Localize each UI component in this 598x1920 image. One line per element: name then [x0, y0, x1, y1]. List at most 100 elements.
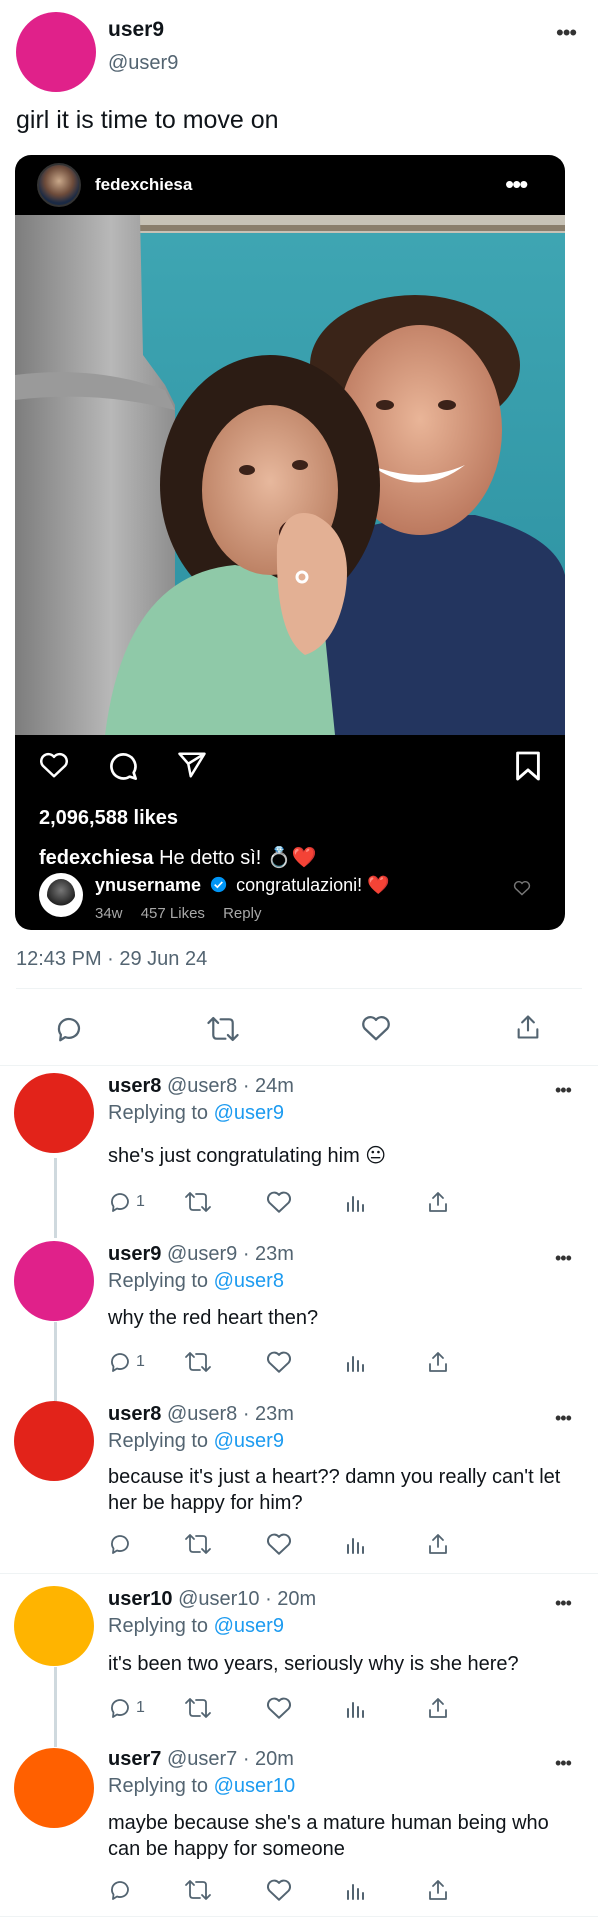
reply-count: 1: [136, 1193, 145, 1210]
thread-line: [54, 1322, 57, 1402]
retweet-icon[interactable]: [184, 1350, 212, 1374]
reply-icon[interactable]: [108, 1532, 136, 1556]
reply-avatar[interactable]: [14, 1401, 94, 1481]
reply-author-name[interactable]: user10: [108, 1588, 173, 1610]
tweet-action-bar: [0, 1000, 598, 1060]
reply-text: it's been two years, seriously why is sh…: [108, 1653, 519, 1675]
reply-icon[interactable]: 1: [108, 1350, 145, 1374]
like-icon[interactable]: [266, 1696, 292, 1720]
reply-avatar[interactable]: [14, 1073, 94, 1153]
share-icon[interactable]: [426, 1350, 450, 1374]
reply-handle-time: @user9 · 23m: [166, 1243, 294, 1265]
views-icon[interactable]: [344, 1532, 368, 1556]
reply-action-bar: 1: [108, 1696, 578, 1726]
reply-header: user8 @user8 · 23m: [108, 1403, 294, 1426]
reply-author-name[interactable]: user8: [108, 1075, 161, 1097]
divider: [16, 988, 582, 989]
views-icon[interactable]: [344, 1878, 368, 1902]
instagram-actions: [15, 735, 565, 795]
instagram-likes: 2,096,588 likes: [39, 807, 179, 829]
replying-to-label: Replying to: [108, 1270, 209, 1292]
reply-handle-time: @user10 · 20m: [178, 1588, 317, 1610]
replying-to: Replying to @user10: [108, 1775, 295, 1798]
share-icon[interactable]: [426, 1532, 450, 1556]
reply-handle-time: @user7 · 20m: [166, 1748, 294, 1770]
retweet-icon[interactable]: [206, 1014, 240, 1044]
mention-link[interactable]: @user9: [214, 1430, 284, 1452]
retweet-icon[interactable]: [184, 1696, 212, 1720]
mention-link[interactable]: @user10: [214, 1775, 295, 1797]
instagram-caption-user: fedexchiesa: [39, 847, 154, 869]
share-icon[interactable]: [426, 1190, 450, 1214]
instagram-comment-age: 34w: [95, 905, 123, 922]
instagram-avatar: [37, 163, 81, 207]
reply-avatar[interactable]: [14, 1748, 94, 1828]
views-icon[interactable]: [344, 1190, 368, 1214]
reply-author-name[interactable]: user8: [108, 1403, 161, 1425]
instagram-caption-text: He detto sì! 💍❤️: [159, 847, 317, 869]
more-dots-icon[interactable]: •••: [555, 1593, 572, 1614]
divider: [0, 1065, 598, 1066]
reply-count: 1: [136, 1699, 145, 1716]
mention-link[interactable]: @user8: [214, 1270, 284, 1292]
divider: [0, 1916, 598, 1917]
replying-to-label: Replying to: [108, 1430, 209, 1452]
reply-text: because it's just a heart?? damn you rea…: [108, 1466, 561, 1514]
more-dots-icon[interactable]: •••: [555, 1753, 572, 1774]
reply-count: 1: [136, 1353, 145, 1370]
mention-link[interactable]: @user9: [214, 1102, 284, 1124]
reply-header: user8 @user8 · 24m: [108, 1075, 294, 1098]
reply-avatar[interactable]: [14, 1586, 94, 1666]
tweet-timestamp[interactable]: 12:43 PM · 29 Jun 24: [16, 948, 207, 971]
instagram-save-icon: [516, 751, 540, 781]
instagram-header: fedexchiesa •••: [15, 155, 565, 215]
reply-text: she's just congratulating him 😐: [108, 1145, 387, 1167]
instagram-commenter-avatar: [39, 873, 83, 917]
retweet-icon[interactable]: [184, 1532, 212, 1556]
more-dots-icon[interactable]: •••: [555, 1080, 572, 1101]
tweet-text: girl it is time to move on: [16, 106, 279, 134]
reply-author-name[interactable]: user9: [108, 1243, 161, 1265]
like-icon[interactable]: [266, 1532, 292, 1556]
verified-badge-icon: [210, 876, 227, 893]
reply-icon[interactable]: 1: [108, 1190, 145, 1214]
replying-to: Replying to @user8: [108, 1270, 284, 1293]
share-icon[interactable]: [426, 1878, 450, 1902]
share-icon[interactable]: [514, 1012, 542, 1042]
views-icon[interactable]: [344, 1350, 368, 1374]
like-icon[interactable]: [266, 1878, 292, 1902]
author-handle[interactable]: @user9: [108, 52, 178, 75]
reply-action-bar: [108, 1532, 578, 1562]
reply-icon[interactable]: 1: [108, 1696, 145, 1720]
instagram-send-icon: [178, 752, 206, 778]
divider: [0, 1573, 598, 1574]
reply-action-bar: 1: [108, 1190, 578, 1220]
thread-line: [54, 1158, 57, 1238]
retweet-icon[interactable]: [184, 1878, 212, 1902]
instagram-comment-meta: 34w 457 Likes Reply: [95, 905, 275, 922]
mention-link[interactable]: @user9: [214, 1615, 284, 1637]
like-icon[interactable]: [266, 1190, 292, 1214]
author-avatar[interactable]: [16, 12, 96, 92]
more-dots-icon[interactable]: •••: [555, 1248, 572, 1269]
reply-handle-time: @user8 · 24m: [166, 1075, 294, 1097]
reply-header: user9 @user9 · 23m: [108, 1243, 294, 1266]
more-dots-icon[interactable]: •••: [555, 1408, 572, 1429]
reply-avatar[interactable]: [14, 1241, 94, 1321]
retweet-icon[interactable]: [184, 1190, 212, 1214]
reply-text: why the red heart then?: [108, 1307, 319, 1329]
like-icon[interactable]: [266, 1350, 292, 1374]
replying-to-label: Replying to: [108, 1775, 209, 1797]
reply-icon[interactable]: [54, 1014, 84, 1044]
reply-author-name[interactable]: user7: [108, 1748, 161, 1770]
instagram-comment-text: congratulazioni! ❤️: [236, 875, 390, 895]
author-name[interactable]: user9: [108, 18, 164, 42]
views-icon[interactable]: [344, 1696, 368, 1720]
reply-action-bar: [108, 1878, 578, 1908]
more-dots-icon[interactable]: •••: [556, 22, 577, 44]
instagram-caption: fedexchiesa He detto sì! 💍❤️: [39, 845, 317, 870]
like-icon[interactable]: [361, 1014, 391, 1042]
share-icon[interactable]: [426, 1696, 450, 1720]
instagram-post-image[interactable]: fedexchiesa ••• 2,096,588 likes fedexchi…: [15, 155, 565, 930]
reply-icon[interactable]: [108, 1878, 136, 1902]
